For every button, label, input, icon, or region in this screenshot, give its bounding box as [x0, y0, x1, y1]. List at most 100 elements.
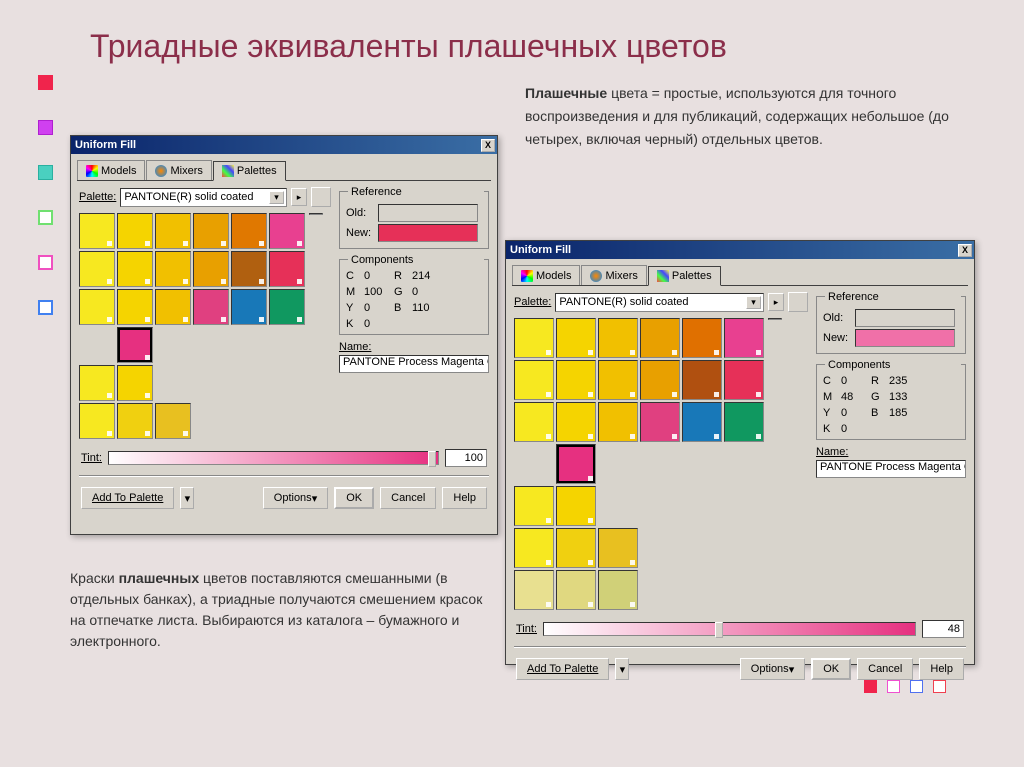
- swatch[interactable]: [231, 213, 267, 249]
- swatch[interactable]: [682, 444, 722, 484]
- add-menu-button[interactable]: ▾: [615, 658, 629, 680]
- swatch[interactable]: [514, 318, 554, 358]
- tint-slider[interactable]: [543, 622, 916, 636]
- swatch[interactable]: [231, 327, 267, 363]
- swatch[interactable]: [556, 570, 596, 610]
- palette-select[interactable]: PANTONE(R) solid coated: [555, 293, 764, 312]
- swatch[interactable]: [117, 327, 153, 363]
- palette-menu-button[interactable]: ▸: [291, 188, 307, 206]
- swatch[interactable]: [514, 486, 554, 526]
- swatch[interactable]: [640, 486, 680, 526]
- swatch[interactable]: [155, 213, 191, 249]
- swatch[interactable]: [155, 327, 191, 363]
- swatch[interactable]: [556, 486, 596, 526]
- swatch[interactable]: [79, 251, 115, 287]
- swatch[interactable]: [556, 528, 596, 568]
- name-input[interactable]: PANTONE Process Magenta C: [339, 355, 489, 373]
- swatch[interactable]: [682, 570, 722, 610]
- tab-mixers[interactable]: Mixers: [581, 265, 646, 285]
- swatch[interactable]: [724, 318, 764, 358]
- swatch[interactable]: [598, 486, 638, 526]
- swatch[interactable]: [640, 444, 680, 484]
- swatch[interactable]: [598, 318, 638, 358]
- swatch[interactable]: [193, 403, 229, 439]
- swatch[interactable]: [598, 570, 638, 610]
- swatch[interactable]: [79, 289, 115, 325]
- swatch[interactable]: [724, 402, 764, 442]
- swatch[interactable]: [155, 365, 191, 401]
- swatch[interactable]: [117, 403, 153, 439]
- swatch[interactable]: [79, 327, 115, 363]
- hue-strip[interactable]: [309, 213, 323, 215]
- cancel-button[interactable]: Cancel: [380, 487, 436, 509]
- swatch[interactable]: [117, 251, 153, 287]
- swatch[interactable]: [514, 570, 554, 610]
- swatch[interactable]: [514, 528, 554, 568]
- swatch[interactable]: [79, 213, 115, 249]
- palette-select[interactable]: PANTONE(R) solid coated: [120, 188, 287, 207]
- swatch[interactable]: [117, 365, 153, 401]
- swatch[interactable]: [724, 570, 764, 610]
- swatch[interactable]: [724, 528, 764, 568]
- swatch[interactable]: [724, 444, 764, 484]
- tab-palettes[interactable]: Palettes: [648, 266, 721, 286]
- swatch[interactable]: [640, 360, 680, 400]
- swatch[interactable]: [640, 528, 680, 568]
- cancel-button[interactable]: Cancel: [857, 658, 913, 680]
- swatch[interactable]: [682, 360, 722, 400]
- eyedropper-button[interactable]: [311, 187, 331, 207]
- swatch[interactable]: [79, 365, 115, 401]
- swatch[interactable]: [269, 289, 305, 325]
- tab-palettes[interactable]: Palettes: [213, 161, 286, 181]
- swatch[interactable]: [155, 289, 191, 325]
- swatch[interactable]: [640, 318, 680, 358]
- swatch[interactable]: [640, 402, 680, 442]
- swatch[interactable]: [117, 213, 153, 249]
- swatch[interactable]: [269, 327, 305, 363]
- swatch[interactable]: [155, 403, 191, 439]
- swatch[interactable]: [640, 570, 680, 610]
- swatch[interactable]: [724, 486, 764, 526]
- swatch-grid[interactable]: [514, 318, 764, 610]
- help-button[interactable]: Help: [442, 487, 487, 509]
- swatch[interactable]: [682, 486, 722, 526]
- options-button[interactable]: Options ▾: [740, 658, 805, 680]
- name-input[interactable]: PANTONE Process Magenta C: [816, 460, 966, 478]
- swatch[interactable]: [682, 528, 722, 568]
- options-button[interactable]: Options ▾: [263, 487, 328, 509]
- tab-models[interactable]: Models: [77, 160, 145, 180]
- swatch[interactable]: [231, 403, 267, 439]
- swatch[interactable]: [556, 318, 596, 358]
- swatch[interactable]: [514, 360, 554, 400]
- swatch[interactable]: [514, 402, 554, 442]
- palette-menu-button[interactable]: ▸: [768, 293, 784, 311]
- swatch[interactable]: [193, 365, 229, 401]
- swatch[interactable]: [556, 402, 596, 442]
- swatch[interactable]: [598, 528, 638, 568]
- swatch[interactable]: [117, 289, 153, 325]
- swatch[interactable]: [269, 213, 305, 249]
- swatch[interactable]: [193, 327, 229, 363]
- add-to-palette-button[interactable]: Add To Palette: [81, 487, 174, 509]
- add-to-palette-button[interactable]: Add To Palette: [516, 658, 609, 680]
- swatch[interactable]: [231, 251, 267, 287]
- hue-strip[interactable]: [768, 318, 782, 320]
- swatch[interactable]: [514, 444, 554, 484]
- ok-button[interactable]: OK: [334, 487, 374, 509]
- swatch[interactable]: [269, 251, 305, 287]
- swatch[interactable]: [598, 360, 638, 400]
- eyedropper-button[interactable]: [788, 292, 808, 312]
- tab-mixers[interactable]: Mixers: [146, 160, 211, 180]
- swatch[interactable]: [231, 365, 267, 401]
- swatch[interactable]: [79, 403, 115, 439]
- close-button[interactable]: X: [481, 139, 495, 152]
- swatch[interactable]: [269, 365, 305, 401]
- help-button[interactable]: Help: [919, 658, 964, 680]
- swatch[interactable]: [682, 318, 722, 358]
- swatch[interactable]: [556, 360, 596, 400]
- ok-button[interactable]: OK: [811, 658, 851, 680]
- swatch-grid[interactable]: [79, 213, 305, 439]
- swatch[interactable]: [193, 213, 229, 249]
- swatch[interactable]: [193, 251, 229, 287]
- add-menu-button[interactable]: ▾: [180, 487, 194, 509]
